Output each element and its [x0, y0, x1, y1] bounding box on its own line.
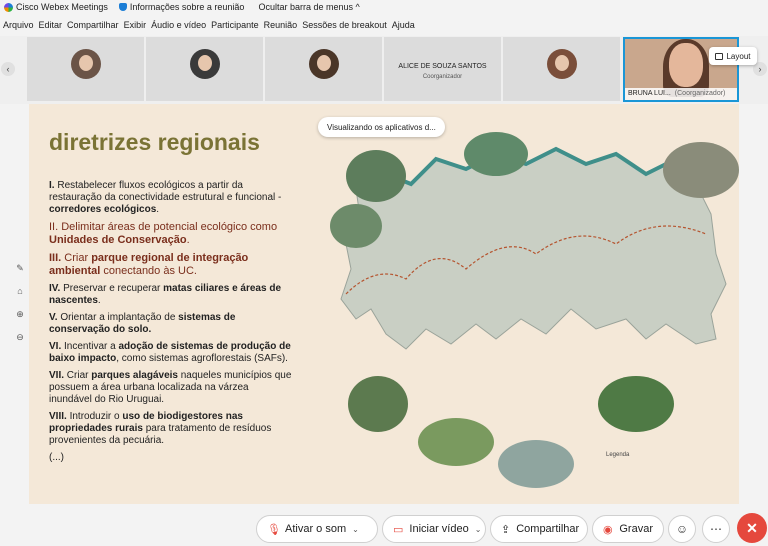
more-options-button[interactable]: ⋯ — [702, 515, 730, 543]
unmute-label: Ativar o som — [285, 523, 347, 535]
speaker-face — [669, 43, 703, 87]
pin-icon[interactable]: ⌂ — [14, 285, 26, 297]
shield-icon — [118, 3, 127, 11]
start-video-label: Iniciar vídeo — [409, 523, 469, 535]
end-call-button[interactable]: ✕ — [737, 513, 767, 543]
participant-name: ALICE DE SOUZA SANTOS — [398, 63, 487, 70]
menu-ajuda[interactable]: Ajuda — [392, 20, 415, 30]
share-label: Compartilhar — [516, 523, 580, 535]
shared-slide: diretrizes regionais I. Restabelecer flu… — [29, 104, 739, 504]
video-off-icon: ▭ — [393, 524, 404, 536]
unmute-button[interactable]: 🎙 Ativar o som ⌄ — [256, 515, 378, 543]
record-icon: ◉ — [603, 524, 613, 536]
menu-compartilhar[interactable]: Compartilhar — [67, 20, 119, 30]
photo-inset — [663, 142, 739, 198]
layout-icon — [715, 52, 724, 60]
chevron-up-icon: ^ — [355, 2, 360, 12]
chevron-down-icon: ⌄ — [474, 524, 482, 534]
meeting-controls: 🎙 Ativar o som ⌄ ▭ Iniciar vídeo ⌄ ⇪ Com… — [0, 512, 768, 546]
mic-off-icon: 🎙 — [267, 524, 281, 536]
participant-tile[interactable] — [27, 37, 144, 101]
photo-inset — [348, 376, 408, 432]
app-title: Cisco Webex Meetings — [16, 2, 108, 12]
photo-inset — [598, 376, 674, 432]
menu-exibir[interactable]: Exibir — [124, 20, 147, 30]
guideline-item: I. Restabelecer fluxos ecológicos a part… — [49, 180, 282, 215]
chevron-down-icon: ⌄ — [352, 524, 359, 534]
share-side-tools: ✎ ⌂ ⊕ ⊖ — [14, 262, 28, 354]
guideline-item: VI. Incentivar a adoção de sistemas de p… — [49, 341, 291, 364]
menu-editar[interactable]: Editar — [39, 20, 63, 30]
zoom-out-icon[interactable]: ⊖ — [14, 331, 26, 343]
guideline-ellipsis: (...) — [49, 452, 64, 463]
participant-tile-alice[interactable]: ALICE DE SOUZA SANTOS Coorganizador — [384, 37, 501, 101]
zoom-in-icon[interactable]: ⊕ — [14, 308, 26, 320]
record-button[interactable]: ◉ Gravar — [592, 515, 664, 543]
avatar — [70, 49, 101, 79]
share-button[interactable]: ⇪ Compartilhar — [490, 515, 588, 543]
menu-arquivo[interactable]: Arquivo — [3, 20, 34, 30]
legend-title: Legenda — [606, 452, 630, 458]
avatar — [546, 49, 577, 79]
participant-tile[interactable] — [503, 37, 620, 101]
avatar — [189, 49, 220, 79]
guideline-item: VII. Criar parques alagáveis naqueles mu… — [49, 370, 292, 405]
participant-role: Coorganizador — [422, 74, 463, 80]
photo-inset — [464, 132, 528, 176]
strip-prev-button[interactable]: ‹ — [1, 62, 15, 76]
webex-logo-icon — [4, 2, 13, 12]
close-icon: ✕ — [746, 519, 758, 536]
menu-bar: Arquivo Editar Compartilhar Exibir Áudio… — [0, 17, 768, 33]
speaker-label: BRUNA LUI... (Coorganizador) — [625, 88, 737, 100]
guidelines-list: I. Restabelecer fluxos ecológicos a part… — [49, 180, 294, 469]
annotate-icon[interactable]: ✎ — [14, 262, 26, 274]
more-icon: ⋯ — [710, 522, 722, 536]
guideline-item: II. Delimitar áreas de potencial ecológi… — [49, 221, 278, 246]
photo-inset — [418, 418, 494, 466]
photo-inset — [330, 204, 382, 248]
slide-title: diretrizes regionais — [49, 129, 260, 155]
layout-button[interactable]: Layout — [709, 47, 757, 65]
legend-box — [606, 460, 726, 490]
reactions-button[interactable]: ☺ — [668, 515, 696, 543]
chevron-left-icon: ‹ — [6, 64, 10, 74]
start-video-button[interactable]: ▭ Iniciar vídeo ⌄ — [382, 515, 486, 543]
participant-tile[interactable] — [146, 37, 263, 101]
guideline-item: VIII. Introduzir o uso de biodigestores … — [49, 411, 272, 446]
smiley-icon: ☺ — [675, 522, 689, 536]
record-label: Gravar — [619, 523, 653, 535]
avatar — [308, 49, 339, 79]
menu-sessoes-breakout[interactable]: Sessões de breakout — [302, 20, 387, 30]
menu-audio-video[interactable]: Áudio e vídeo — [151, 20, 206, 30]
participant-tile[interactable] — [265, 37, 382, 101]
hide-menu-button[interactable]: Ocultar barra de menus ^ — [258, 2, 359, 12]
guideline-item: III. Criar parque regional de integração… — [49, 252, 249, 277]
guideline-item: IV. Preservar e recuperar matas ciliares… — [49, 283, 282, 306]
speaker-role: (Coorganizador) — [674, 90, 726, 97]
menu-participante[interactable]: Participante — [211, 20, 259, 30]
photo-inset — [498, 440, 574, 488]
hide-menu-label: Ocultar barra de menus — [258, 2, 353, 12]
layout-label: Layout — [726, 51, 751, 61]
meeting-info-button[interactable]: Informações sobre a reunião — [118, 2, 245, 12]
meeting-info-label: Informações sobre a reunião — [129, 2, 245, 12]
guideline-item: V. Orientar a implantação de sistemas de… — [49, 312, 236, 335]
menu-reuniao[interactable]: Reunião — [264, 20, 298, 30]
sharing-tooltip: Visualizando os aplicativos d... — [318, 117, 445, 137]
chevron-right-icon: › — [758, 64, 762, 74]
photo-inset — [346, 150, 406, 202]
share-icon: ⇪ — [501, 524, 511, 536]
title-bar: Cisco Webex Meetings Informações sobre a… — [0, 0, 768, 14]
speaker-name: BRUNA LUI... — [628, 90, 671, 97]
regional-map: Legenda — [330, 132, 739, 490]
